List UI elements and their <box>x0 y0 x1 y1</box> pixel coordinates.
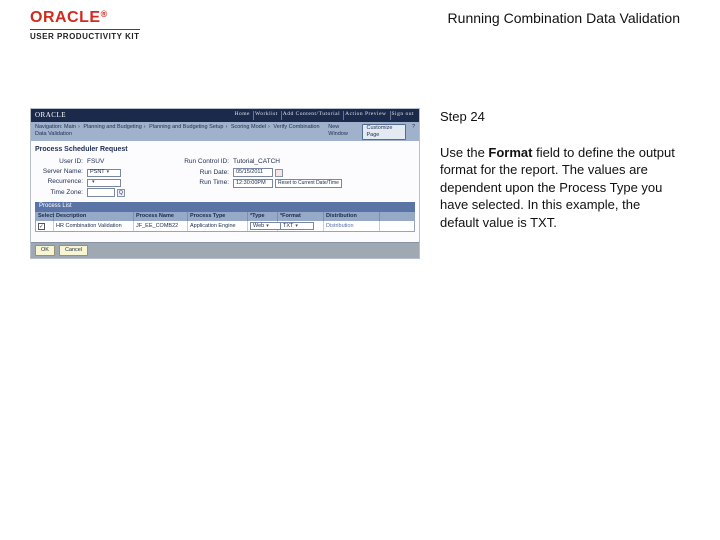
type-select[interactable]: Web <box>250 222 284 230</box>
page-header: ORACLE® USER PRODUCTIVITY KIT Running Co… <box>0 4 720 57</box>
run-date-input[interactable]: 05/15/2011 <box>233 168 273 177</box>
cell-process-name: JF_EE_COMB22 <box>134 221 188 231</box>
logo-divider <box>30 29 140 30</box>
breadcrumb-bar: Navigation: Main› Planning and Budgeting… <box>31 122 419 141</box>
new-window-link[interactable]: New Window <box>328 124 356 140</box>
topnav-home[interactable]: Home <box>234 111 251 120</box>
customize-page-button[interactable]: Customize Page <box>362 124 405 140</box>
table-header-row: Select Description Process Name Process … <box>36 212 414 221</box>
row-run-date: Run Date: 05/15/2011 <box>169 168 342 177</box>
cell-type: Web <box>248 221 278 231</box>
crumb-3[interactable]: Scoring Model <box>231 124 266 130</box>
row-run-control: Run Control ID: Tutorial_CATCH <box>169 158 342 166</box>
process-list-header: Process List <box>35 202 415 212</box>
oracle-logo: ORACLE® <box>30 10 108 26</box>
row-user-id: User ID: FSUV <box>35 158 139 166</box>
row-checkbox[interactable]: ✓ <box>38 223 45 230</box>
label-recurrence: Recurrence: <box>35 178 83 186</box>
value-run-control: Tutorial_CATCH <box>233 158 285 166</box>
page-title: Process Scheduler Request <box>31 141 419 156</box>
app-window: ORACLE Home Worklist Add Content/Tutoria… <box>30 108 420 259</box>
cell-format: TXT <box>278 221 324 231</box>
calendar-icon[interactable] <box>275 169 283 177</box>
run-time-input[interactable]: 12:30:00PM <box>233 179 273 188</box>
topnav-addcontent[interactable]: Add Content/Tutorial <box>281 111 341 120</box>
instr-bold: Format <box>488 145 532 160</box>
crumb-0[interactable]: Navigation: Main <box>35 124 76 130</box>
label-run-time: Run Time: <box>169 179 229 187</box>
value-user-id: FSUV <box>87 158 139 166</box>
crumb-right-links: New Window Customize Page ? <box>328 124 415 140</box>
row-run-time: Run Time: 12:30:00PM Reset to Current Da… <box>169 179 342 188</box>
label-time-zone: Time Zone: <box>35 189 83 197</box>
oracle-logo-text: ORACLE <box>30 9 101 26</box>
reset-time-button[interactable]: Reset to Current Date/Time <box>275 179 342 188</box>
label-server-name: Server Name: <box>35 168 83 176</box>
label-run-control: Run Control ID: <box>169 158 229 166</box>
server-name-select[interactable]: PSNT <box>87 169 121 177</box>
cell-select: ✓ <box>36 221 54 231</box>
cell-distribution[interactable]: Distribution <box>324 221 380 231</box>
topnav-worklist[interactable]: Worklist <box>253 111 279 120</box>
th-process-name: Process Name <box>134 212 188 221</box>
instruction-body: Use the Format field to define the outpu… <box>440 144 680 232</box>
registered-mark: ® <box>101 9 108 19</box>
topnav-actionpreview[interactable]: Action Preview <box>343 111 387 120</box>
table-row: ✓ HR Combination Validation JF_EE_COMB22… <box>36 221 414 231</box>
instruction-panel: Step 24 Use the Format field to define t… <box>440 108 680 231</box>
cell-process-type: Application Engine <box>188 221 248 231</box>
help-icon[interactable]: ? <box>412 124 415 140</box>
crumb-1[interactable]: Planning and Budgeting <box>83 124 141 130</box>
form-area: User ID: FSUV Server Name: PSNT Recurren… <box>31 156 419 199</box>
th-format: *Format <box>278 212 324 221</box>
crumb-2[interactable]: Planning and Budgeting Setup <box>149 124 223 130</box>
row-time-zone: Time Zone: Q <box>35 188 139 197</box>
cancel-button[interactable]: Cancel <box>59 245 88 256</box>
instr-pre: Use the <box>440 145 488 160</box>
th-type: *Type <box>248 212 278 221</box>
topnav-signout[interactable]: Sign out <box>390 111 416 120</box>
breadcrumb: Navigation: Main› Planning and Budgeting… <box>35 124 328 140</box>
th-select: Select <box>36 212 54 221</box>
process-table: Select Description Process Name Process … <box>35 212 415 232</box>
form-left-column: User ID: FSUV Server Name: PSNT Recurren… <box>35 158 139 197</box>
th-description: Description <box>54 212 134 221</box>
lookup-icon[interactable]: Q <box>117 189 125 197</box>
row-server-name: Server Name: PSNT <box>35 168 139 176</box>
ok-button[interactable]: OK <box>35 245 55 256</box>
logo-block: ORACLE® USER PRODUCTIVITY KIT <box>30 10 140 41</box>
app-topbar: ORACLE Home Worklist Add Content/Tutoria… <box>31 109 419 122</box>
app-topnav: Home Worklist Add Content/Tutorial Actio… <box>234 111 415 120</box>
document-title: Running Combination Data Validation <box>448 10 680 26</box>
app-brand: ORACLE <box>35 111 66 120</box>
th-process-type: Process Type <box>188 212 248 221</box>
time-zone-input[interactable] <box>87 188 115 197</box>
upk-label: USER PRODUCTIVITY KIT <box>30 32 139 41</box>
label-user-id: User ID: <box>35 158 83 166</box>
cell-description: HR Combination Validation <box>54 221 134 231</box>
button-bar: OK Cancel <box>31 242 419 258</box>
label-run-date: Run Date: <box>169 169 229 177</box>
step-label: Step 24 <box>440 108 680 126</box>
recurrence-select[interactable] <box>87 179 121 187</box>
row-recurrence: Recurrence: <box>35 178 139 186</box>
format-select[interactable]: TXT <box>280 222 314 230</box>
th-distribution: Distribution <box>324 212 380 221</box>
main-content: ORACLE Home Worklist Add Content/Tutoria… <box>30 108 680 259</box>
embedded-screenshot: ORACLE Home Worklist Add Content/Tutoria… <box>30 108 420 259</box>
form-right-column: Run Control ID: Tutorial_CATCH Run Date:… <box>169 158 342 197</box>
